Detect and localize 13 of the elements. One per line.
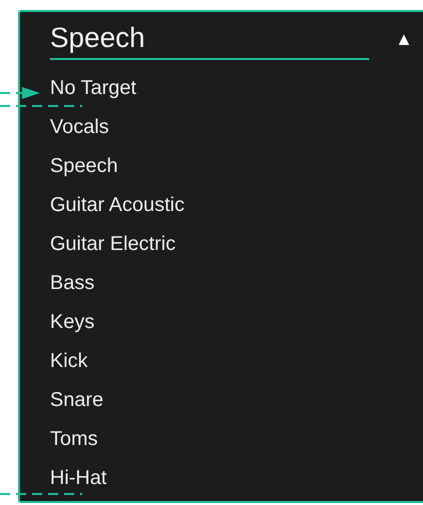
dropdown-option[interactable]: Kick xyxy=(20,342,88,381)
dropdown-option[interactable]: No Target xyxy=(20,69,136,108)
caret-icon[interactable]: ▲ xyxy=(395,30,413,48)
dropdown-option[interactable]: Bass xyxy=(20,264,94,303)
dropdown-option[interactable]: Vocals xyxy=(20,108,109,147)
dropdown-option[interactable]: Toms xyxy=(20,420,98,459)
dropdown-option[interactable]: Speech xyxy=(20,147,118,186)
dropdown-option[interactable]: Guitar Electric xyxy=(20,225,176,264)
dropdown-option[interactable]: Hi-Hat xyxy=(20,459,107,498)
dropdown-option[interactable]: Guitar Acoustic xyxy=(20,186,185,225)
dropdown-option[interactable]: Keys xyxy=(20,303,94,342)
dropdown-value[interactable]: Speech xyxy=(50,18,369,60)
dropdown-option[interactable]: Snare xyxy=(20,381,104,420)
